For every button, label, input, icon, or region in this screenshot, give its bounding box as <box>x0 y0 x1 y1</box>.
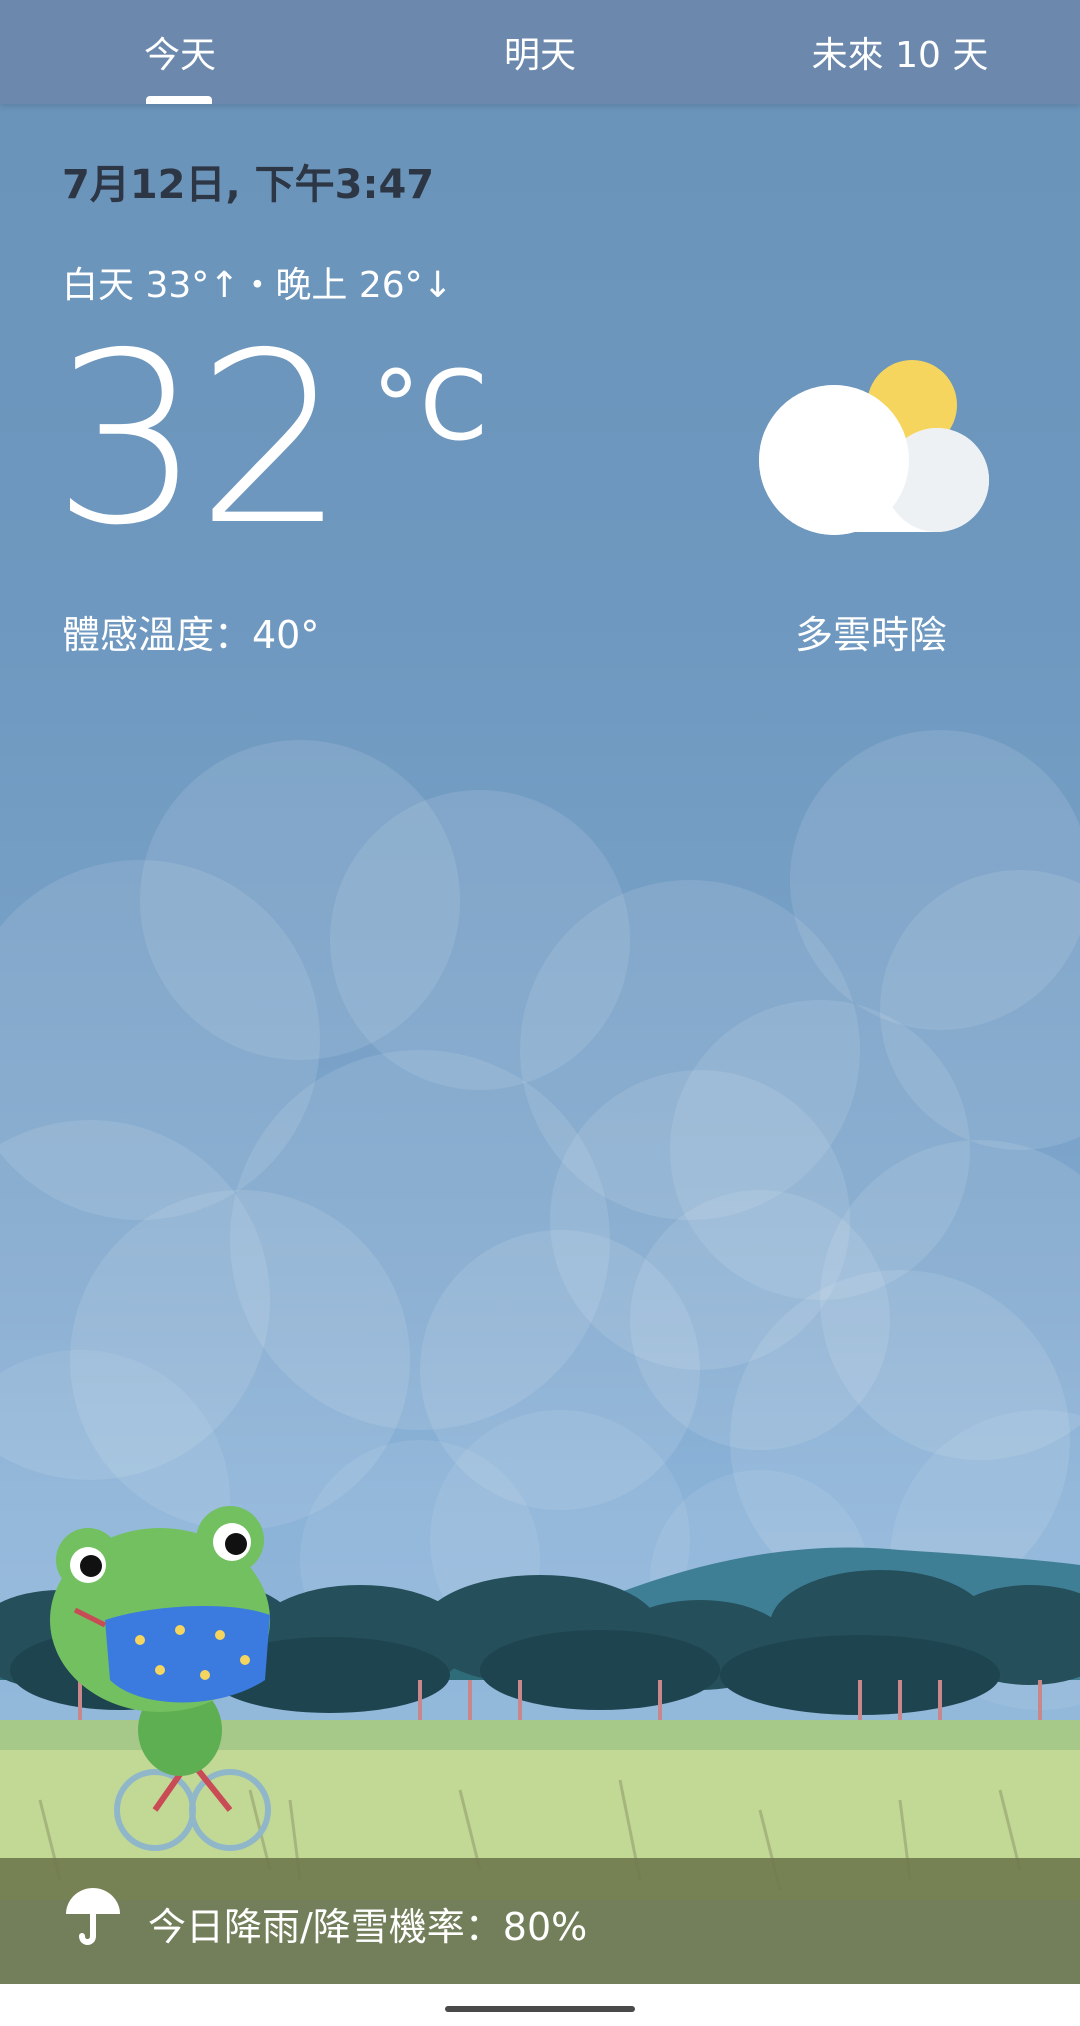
precipitation-chance: 今日降雨/降雪機率：80% <box>148 1905 588 1949</box>
selected-tab-indicator <box>146 96 212 104</box>
feels-like: 體感溫度：40° <box>62 613 320 657</box>
tab-tomorrow-label: 明天 <box>503 35 576 76</box>
home-gesture-handle[interactable] <box>445 2006 635 2012</box>
current-temperature: 32 <box>52 302 346 577</box>
date-time: 7月12日, 下午3:47 <box>62 162 435 208</box>
weather-illustration <box>0 730 1080 1900</box>
temperature-unit: °C <box>372 350 488 462</box>
tab-tomorrow[interactable]: 明天 <box>450 0 630 104</box>
tab-10-days[interactable]: 未來 10 天 <box>780 0 1020 104</box>
weather-condition: 多雲時陰 <box>795 613 948 657</box>
umbrella-icon <box>66 1888 120 1945</box>
system-navigation-bar <box>0 1984 1080 2026</box>
precipitation-bar: 今日降雨/降雪機率：80% <box>0 1858 1080 1984</box>
high-low-temperature: 白天 33°↑・晚上 26°↓ <box>62 265 453 306</box>
tab-today-label: 今天 <box>143 35 216 76</box>
tab-bar: 今天 明天 未來 10 天 <box>0 0 1080 104</box>
tab-10-days-label: 未來 10 天 <box>811 35 989 76</box>
tab-today[interactable]: 今天 <box>90 0 270 104</box>
weather-screen: 今天 明天 未來 10 天 7月12日, 下午3:47 白天 33°↑・晚上 2… <box>0 0 1080 2026</box>
partly-cloudy-icon <box>759 360 989 535</box>
